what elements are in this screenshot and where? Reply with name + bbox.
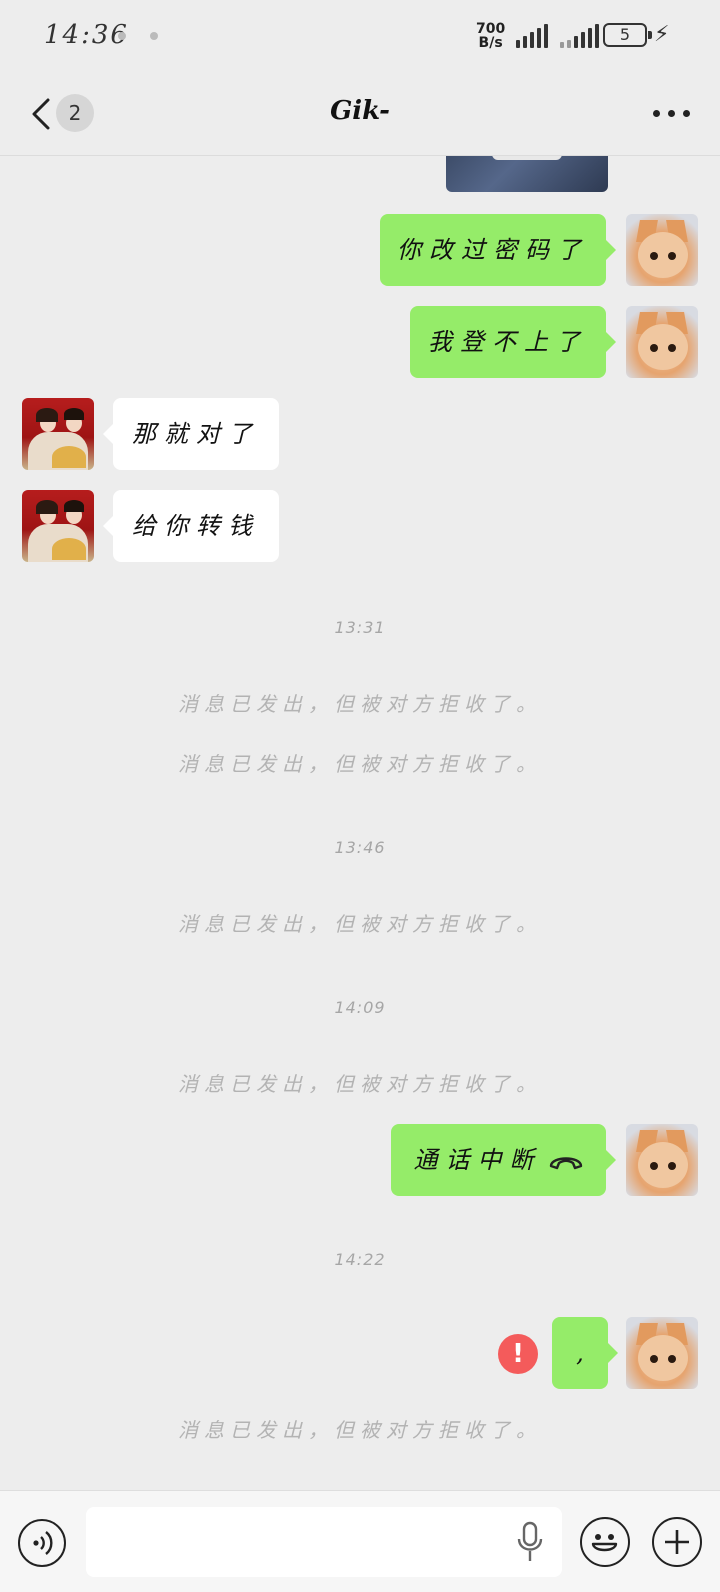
call-interrupted-bubble[interactable]: 通话中断: [391, 1124, 616, 1196]
notification-dot-icon: [150, 32, 158, 40]
my-avatar[interactable]: [626, 214, 698, 286]
microphone-icon[interactable]: [516, 1521, 544, 1563]
notification-dot-icon: [118, 32, 126, 40]
voice-wave-icon: [33, 1531, 53, 1555]
contact-message-bubble[interactable]: 给你转钱: [103, 490, 279, 562]
message-input-bar: [0, 1490, 720, 1592]
contact-avatar[interactable]: [22, 490, 94, 562]
image-message-thumbnail[interactable]: [446, 156, 608, 192]
message-timestamp: 14:22: [334, 1250, 386, 1269]
my-message-bubble[interactable]: ,: [552, 1317, 618, 1389]
network-speed: 700 B/s: [476, 22, 505, 50]
more-functions-button[interactable]: [652, 1517, 702, 1567]
my-avatar[interactable]: [626, 1124, 698, 1196]
status-time: 14:36: [44, 20, 129, 50]
network-speed-unit: B/s: [478, 35, 503, 51]
status-bar: 14:36 700 B/s 5 ⚡: [0, 0, 720, 72]
message-timestamp: 13:31: [334, 618, 386, 637]
battery-icon: 5: [603, 23, 647, 47]
my-avatar[interactable]: [626, 306, 698, 378]
contact-name: Gik-: [330, 96, 390, 126]
message-timestamp: 14:09: [334, 998, 386, 1017]
call-status-text: 通话中断: [413, 1146, 542, 1174]
rejected-notice: 消息已发出，但被对方拒收了。: [178, 1418, 542, 1442]
plus-icon: [665, 1530, 689, 1554]
my-message-bubble[interactable]: 你改过密码了: [380, 214, 616, 286]
rejected-notice: 消息已发出，但被对方拒收了。: [178, 692, 542, 716]
smiley-icon: [591, 1534, 618, 1552]
battery-tip: [648, 31, 652, 39]
chat-message-list[interactable]: 你改过密码了 我登不上了 那就对了 给你转钱 13:31 消息已发出，但被对方拒…: [0, 156, 720, 1490]
chat-header: 2 Gik-: [0, 72, 720, 156]
signal-strength-icon: [516, 24, 548, 48]
contact-avatar[interactable]: [22, 398, 94, 470]
rejected-notice: 消息已发出，但被对方拒收了。: [178, 912, 542, 936]
my-message-bubble[interactable]: 我登不上了: [410, 306, 616, 378]
rejected-notice: 消息已发出，但被对方拒收了。: [178, 1072, 542, 1096]
emoji-button[interactable]: [580, 1517, 630, 1567]
network-speed-value: 700: [476, 21, 506, 37]
charging-icon: ⚡: [654, 22, 670, 47]
voice-input-button[interactable]: [18, 1519, 66, 1567]
message-timestamp: 13:46: [334, 838, 386, 857]
more-options-icon[interactable]: [653, 110, 690, 117]
rejected-notice: 消息已发出，但被对方拒收了。: [178, 752, 542, 776]
my-avatar[interactable]: [626, 1317, 698, 1389]
phone-hangup-icon: [549, 1156, 582, 1169]
contact-message-bubble[interactable]: 那就对了: [103, 398, 279, 470]
message-text-field[interactable]: [86, 1507, 562, 1577]
send-failed-icon[interactable]: !: [498, 1334, 538, 1374]
signal-strength-2-icon: [560, 24, 599, 48]
